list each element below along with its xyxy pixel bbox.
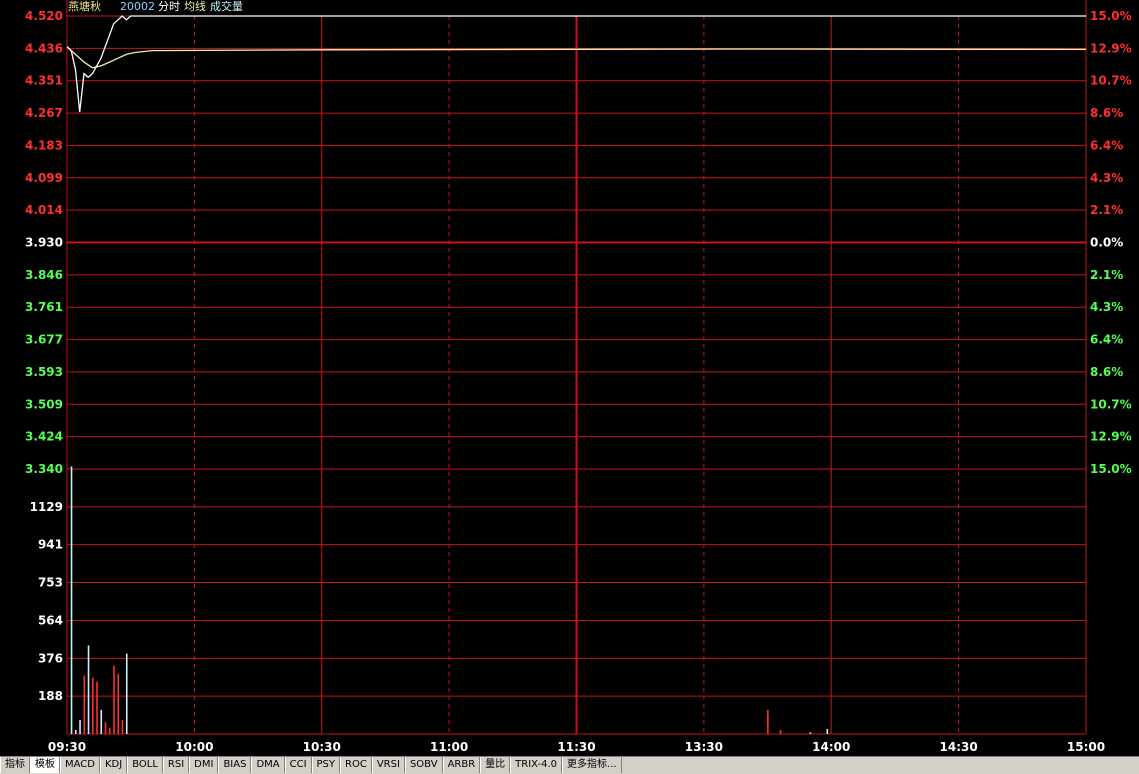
tab-16[interactable]: TRIX-4.0 <box>510 757 563 773</box>
tab-4[interactable]: BOLL <box>127 757 163 773</box>
indicator-label-volume: 成交量 <box>210 0 243 13</box>
pct-tick-label: 10.7% <box>1090 397 1132 411</box>
tab-0[interactable]: 指标 <box>0 757 30 773</box>
volume-bar <box>91 677 94 734</box>
volume-tick-label: 376 <box>38 651 63 665</box>
volume-bar <box>113 665 115 734</box>
pct-tick-label: 12.9% <box>1090 430 1132 444</box>
volume-bar <box>83 675 86 734</box>
pct-tick-label: 2.1% <box>1090 203 1123 217</box>
tab-9[interactable]: CCI <box>284 757 312 773</box>
volume-bar <box>100 709 103 734</box>
volume-bar <box>117 673 120 734</box>
indicator-tab-bar: 指标 模板 MACD KDJ BOLL RSI DMI BIAS DMA CCI PSY ROC VRS… <box>0 756 1139 774</box>
volume-tick-label: 941 <box>38 538 63 552</box>
price-tick-label: 3.340 <box>25 462 63 476</box>
tab-3[interactable]: KDJ <box>99 757 128 773</box>
volume-bar <box>125 653 128 734</box>
tab-1[interactable]: 模板 <box>30 757 60 773</box>
volume-bar <box>79 719 81 734</box>
price-tick-label: 4.520 <box>25 9 63 23</box>
price-tick-label: 4.014 <box>25 203 63 217</box>
volume-bar <box>70 466 73 734</box>
intraday-chart: 4.520 15.0% 4.436 12.9% 4.351 10.7% 4.267 8.6% 4… <box>25 0 1132 754</box>
indicator-label-price: 分时 <box>158 0 180 13</box>
tab-10[interactable]: PSY <box>311 757 341 773</box>
time-tick-label: 11:30 <box>557 740 595 754</box>
tab-11[interactable]: ROC <box>340 757 372 773</box>
pct-tick-label: 4.3% <box>1090 300 1123 314</box>
time-tick-label: 13:30 <box>685 740 723 754</box>
pct-tick-label: 2.1% <box>1090 268 1123 282</box>
time-tick-label: 14:00 <box>812 740 850 754</box>
pct-tick-label: 12.9% <box>1090 41 1132 55</box>
price-tick-label: 3.593 <box>25 365 63 379</box>
price-tick-label: 3.846 <box>25 268 63 282</box>
pct-tick-label: 6.4% <box>1090 333 1123 347</box>
stock-name: 燕塘秋 <box>68 0 101 13</box>
pct-tick-label: 15.0% <box>1090 462 1132 476</box>
price-tick-label: 4.436 <box>25 41 63 55</box>
time-tick-label: 10:30 <box>303 740 341 754</box>
time-tick-label: 10:00 <box>175 740 213 754</box>
time-tick-label: 11:00 <box>430 740 468 754</box>
volume-tick-label: 564 <box>38 614 63 628</box>
tab-15[interactable]: 量比 <box>480 757 511 773</box>
pct-tick-label: 15.0% <box>1090 9 1132 23</box>
time-tick-label: 14:30 <box>940 740 978 754</box>
tab-17[interactable]: 更多指标... <box>562 757 622 773</box>
volume-bar <box>74 729 77 734</box>
volume-bar <box>121 719 124 734</box>
pct-tick-label: 4.3% <box>1090 171 1123 185</box>
volume-bar <box>826 728 829 734</box>
time-tick-label: 15:00 <box>1067 740 1105 754</box>
price-tick-label: 3.677 <box>25 333 63 347</box>
pct-tick-label: 6.4% <box>1090 138 1123 152</box>
price-tick-label: 3.424 <box>25 430 63 444</box>
tab-7[interactable]: BIAS <box>218 757 252 773</box>
price-tick-label: 3.509 <box>25 397 63 411</box>
volume-value: 20002 <box>120 0 155 13</box>
price-tick-label: 3.930 <box>25 236 63 250</box>
volume-bar <box>87 645 90 734</box>
pct-tick-label: 8.6% <box>1090 106 1123 120</box>
pct-tick-label: 0.0% <box>1090 236 1123 250</box>
price-tick-label: 4.351 <box>25 74 63 88</box>
volume-tick-label: 753 <box>38 575 63 589</box>
volume-bar <box>779 729 782 734</box>
tab-12[interactable]: VRSI <box>371 757 405 773</box>
volume-bar <box>809 732 812 734</box>
volume-bar <box>767 709 769 734</box>
tab-14[interactable]: ARBR <box>442 757 481 773</box>
tab-8[interactable]: DMA <box>251 757 285 773</box>
tab-5[interactable]: RSI <box>162 757 190 773</box>
volume-bar <box>96 681 98 734</box>
pct-tick-label: 8.6% <box>1090 365 1123 379</box>
price-tick-label: 4.183 <box>25 138 63 152</box>
tab-2[interactable]: MACD <box>60 757 100 773</box>
volume-bar <box>104 721 107 734</box>
indicator-label-avg: 均线 <box>184 0 206 13</box>
tab-6[interactable]: DMI <box>189 757 219 773</box>
volume-bar <box>108 727 111 734</box>
price-tick-label: 4.099 <box>25 171 63 185</box>
price-tick-label: 3.761 <box>25 300 63 314</box>
volume-tick-label: 1129 <box>30 500 63 514</box>
tab-13[interactable]: SOBV <box>404 757 443 773</box>
price-tick-label: 4.267 <box>25 106 63 120</box>
pct-tick-label: 10.7% <box>1090 74 1132 88</box>
time-tick-label: 09:30 <box>48 740 86 754</box>
volume-tick-label: 188 <box>38 689 63 703</box>
